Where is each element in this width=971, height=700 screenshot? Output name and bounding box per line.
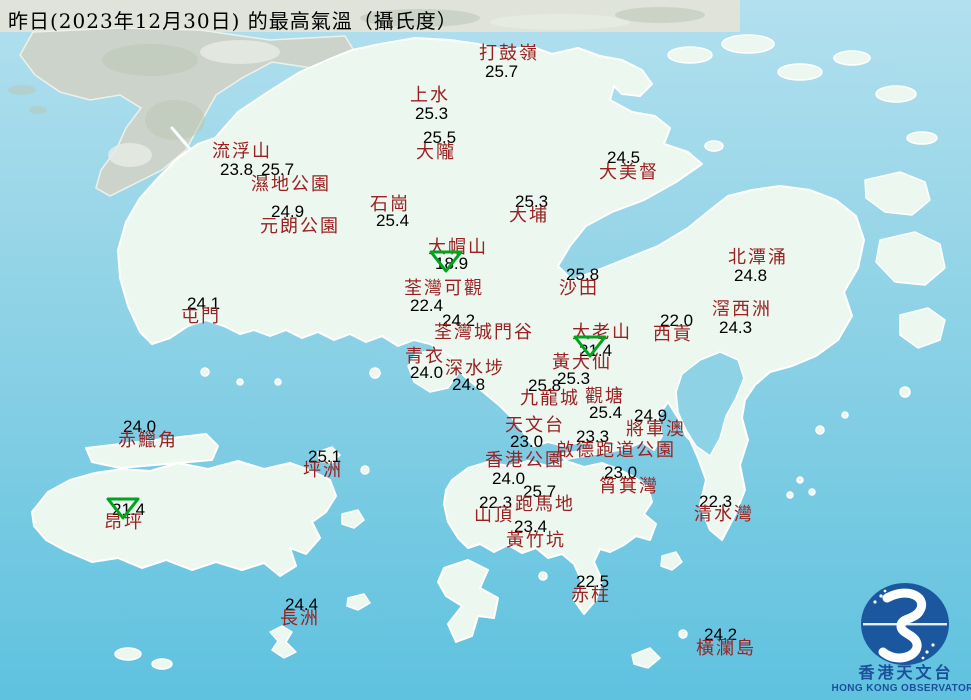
station-label: 赤柱: [571, 585, 611, 606]
station-label: 北潭涌: [728, 247, 788, 268]
station-label: 九龍城: [520, 388, 580, 409]
station-label: 坪洲: [303, 460, 343, 481]
station-label: 黃竹坑: [506, 530, 566, 551]
station-label: 石崗: [370, 194, 410, 215]
station-value: 25.7: [485, 62, 519, 81]
station-label: 流浮山: [212, 141, 272, 162]
station-label: 赤鱲角: [118, 430, 178, 451]
station-marker-icon: [429, 250, 463, 273]
station-label: 大美督: [599, 162, 659, 183]
station-value: 24.0: [492, 469, 526, 488]
station-label: 大埔: [509, 205, 549, 226]
station-label: 橫瀾島: [696, 638, 756, 659]
station-label: 濕地公園: [251, 174, 331, 195]
station-label: 黃大仙: [552, 352, 612, 373]
station-marker-icon: [106, 497, 140, 520]
hong-kong-map: [0, 0, 971, 700]
station-label: 筲箕灣: [599, 476, 659, 497]
hko-logo-name-zh: 香港天文台: [858, 663, 954, 682]
hko-logo-name-en: HONG KONG OBSERVATORY: [831, 683, 971, 694]
station-label: 西貢: [653, 324, 693, 345]
hko-logo-icon: [861, 583, 949, 665]
station-label: 荃灣可觀: [404, 278, 484, 299]
page-title: 昨日(2023年12月30日) 的最高氣溫（攝氏度）: [8, 9, 458, 33]
station-label: 深水埗: [445, 358, 505, 379]
station-label: 清水灣: [694, 504, 754, 525]
station-label: 啟德跑道公園: [556, 440, 676, 461]
weather-map-page: 昨日(2023年12月30日) 的最高氣溫（攝氏度） 25.7 打鼓嶺 25.3 上水…: [0, 0, 971, 700]
station-label: 元朗公園: [260, 216, 340, 237]
station-value: 25.3: [415, 104, 449, 123]
station-label: 上水: [410, 85, 450, 106]
station-label: 青衣: [405, 346, 445, 367]
station-label: 大隴: [416, 142, 456, 163]
station-label: 沙田: [559, 278, 599, 299]
station-label: 滘西洲: [712, 299, 772, 320]
station-label: 長洲: [280, 608, 320, 629]
station-label: 香港公園: [485, 450, 565, 471]
station-label: 打鼓嶺: [479, 43, 539, 64]
station-value: 24.8: [734, 266, 768, 285]
station-label: 荃灣城門谷: [434, 322, 534, 343]
station-label: 屯門: [181, 306, 221, 327]
station-value: 23.8: [220, 160, 254, 179]
station-label: 將軍澳: [626, 419, 686, 440]
station-label: 觀塘: [585, 386, 625, 407]
station-label: 天文台: [505, 415, 565, 436]
station-value: 22.4: [410, 296, 444, 315]
station-label: 山頂: [474, 505, 514, 526]
station-label: 跑馬地: [515, 494, 575, 515]
station-value: 24.3: [719, 318, 753, 337]
